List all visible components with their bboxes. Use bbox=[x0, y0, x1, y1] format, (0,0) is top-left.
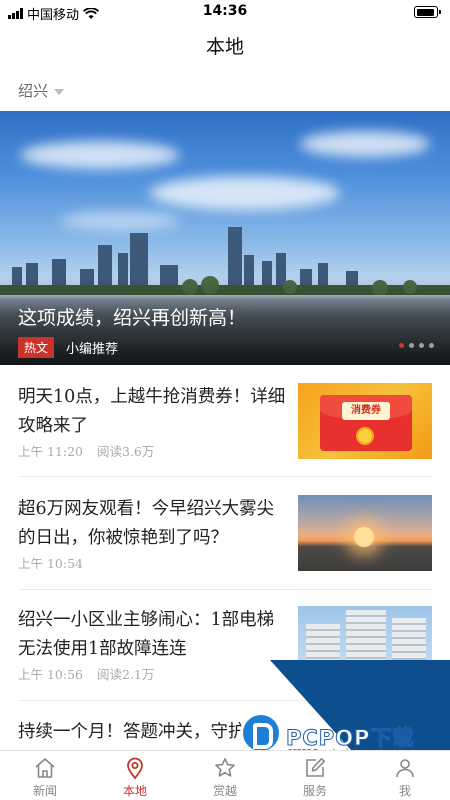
status-bar: 中国移动 14:36 bbox=[0, 0, 450, 24]
home-icon bbox=[35, 758, 55, 778]
tab-label: 本地 bbox=[122, 784, 147, 798]
banner-source: 小编推荐 bbox=[66, 342, 119, 357]
coin-icon bbox=[356, 427, 374, 445]
article-time: 上午 10:54 bbox=[18, 556, 83, 571]
tab-label: 服务 bbox=[302, 784, 327, 798]
divider bbox=[18, 700, 432, 701]
edit-icon bbox=[306, 758, 325, 777]
tab-me[interactable]: 我 bbox=[360, 751, 450, 800]
location-pin-icon bbox=[127, 757, 143, 780]
coupon-label: 消费券 bbox=[342, 402, 390, 420]
carousel-dot bbox=[429, 343, 434, 348]
city-selector[interactable]: 绍兴 bbox=[18, 80, 65, 101]
list-item[interactable]: 超6万网友观看！今早绍兴大雾尖的日出，你被惊艳到了吗？ 上午 10:54 bbox=[0, 485, 450, 597]
tab-appreciate[interactable]: 赏越 bbox=[180, 751, 270, 800]
article-reads: 阅读2.1万 bbox=[97, 667, 155, 682]
hot-tag-badge: 热文 bbox=[18, 337, 55, 358]
article-thumbnail[interactable]: 消费券 bbox=[298, 383, 432, 459]
tab-news[interactable]: 新闻 bbox=[0, 751, 90, 800]
hero-banner[interactable]: 这项成绩，绍兴再创新高！ 热文 小编推荐 bbox=[0, 111, 450, 365]
list-item[interactable]: 持续一个月！答题冲关，守护 bbox=[0, 708, 450, 750]
city-selector-value: 绍兴 bbox=[18, 82, 49, 100]
carousel-indicator bbox=[399, 343, 434, 348]
article-title[interactable]: 绍兴一小区业主够闹心：1部电梯无法使用1部故障连连 bbox=[18, 606, 286, 664]
article-reads: 阅读3.6万 bbox=[97, 444, 155, 459]
user-icon bbox=[396, 759, 414, 778]
banner-title[interactable]: 这项成绩，绍兴再创新高！ bbox=[18, 303, 246, 330]
article-title[interactable]: 持续一个月！答题冲关，守护 bbox=[18, 718, 308, 747]
article-time: 上午 11:20 bbox=[18, 444, 83, 459]
article-meta: 上午 11:20 阅读3.6万 bbox=[18, 441, 154, 460]
article-meta: 上午 10:54 bbox=[18, 553, 83, 572]
article-time: 上午 10:56 bbox=[18, 667, 83, 682]
tab-label: 赏越 bbox=[212, 784, 237, 798]
clock: 14:36 bbox=[202, 3, 248, 19]
page-title: 本地 bbox=[205, 36, 244, 58]
article-title[interactable]: 超6万网友观看！今早绍兴大雾尖的日出，你被惊艳到了吗？ bbox=[18, 495, 286, 553]
tab-services[interactable]: 服务 bbox=[270, 751, 360, 800]
bottom-tab-bar: 新闻 本地 赏越 服务 我 bbox=[0, 750, 450, 800]
divider bbox=[18, 476, 432, 477]
article-thumbnail[interactable] bbox=[298, 606, 432, 682]
article-title[interactable]: 明天10点，上越牛抢消费券！详细攻略来了 bbox=[18, 383, 286, 441]
star-icon bbox=[215, 758, 235, 777]
article-thumbnail[interactable] bbox=[298, 495, 432, 571]
article-meta: 上午 10:56 阅读2.1万 bbox=[18, 664, 154, 683]
sun-image bbox=[354, 527, 374, 547]
battery-icon bbox=[414, 6, 441, 18]
caret-down-icon bbox=[54, 88, 65, 95]
carousel-dot bbox=[399, 343, 404, 348]
divider bbox=[18, 589, 432, 590]
carousel-dot bbox=[409, 343, 414, 348]
tab-label: 我 bbox=[398, 784, 411, 798]
tab-label: 新闻 bbox=[32, 784, 57, 798]
tab-local[interactable]: 本地 bbox=[90, 751, 180, 800]
list-item[interactable]: 绍兴一小区业主够闹心：1部电梯无法使用1部故障连连 上午 10:56 阅读2.1万 bbox=[0, 596, 450, 708]
list-item[interactable]: 明天10点，上越牛抢消费券！详细攻略来了 上午 11:20 阅读3.6万 消费券 bbox=[0, 373, 450, 485]
carousel-dot bbox=[419, 343, 424, 348]
